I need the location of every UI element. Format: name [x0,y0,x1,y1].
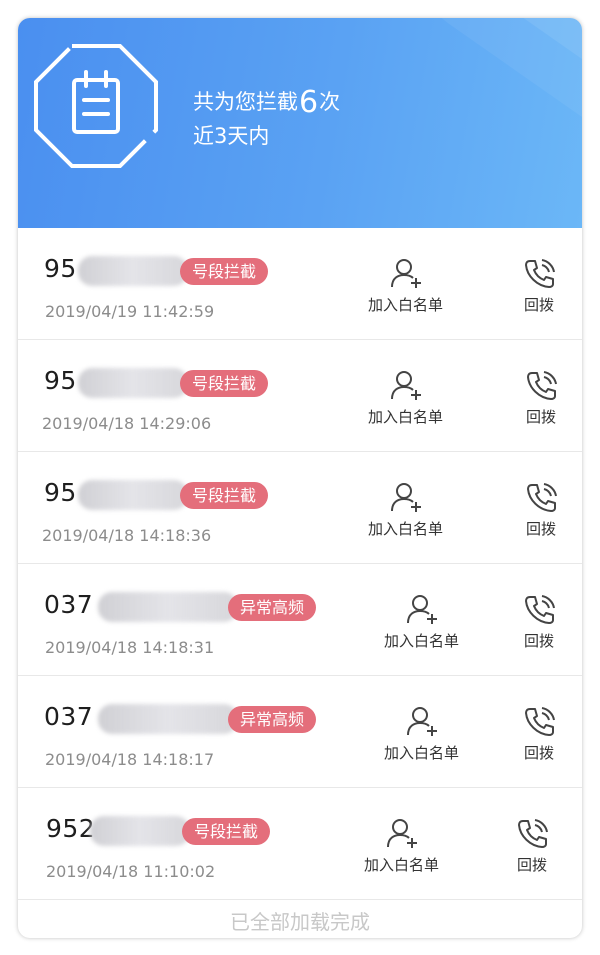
call-row[interactable]: 95 号段拦截 2019/04/18 14:29:06 加入白名单 回拨 [18,340,582,452]
load-complete-footer: 已全部加载完成 [230,910,370,934]
add-whitelist-label: 加入白名单 [384,632,460,650]
intercepted-call-list: 95 号段拦截 2019/04/19 11:42:59 加入白名单 回拨 95 … [18,228,582,900]
redaction-blur [78,256,188,286]
phone-number: 952 [46,814,96,843]
add-whitelist-label: 加入白名单 [364,856,440,874]
intercept-count: 6 [299,85,319,120]
call-row[interactable]: 037 异常高频 2019/04/18 14:18:17 加入白名单 回拨 [18,676,582,788]
add-whitelist-button[interactable]: 加入白名单 [364,816,439,875]
call-row[interactable]: 037 异常高频 2019/04/18 14:18:31 加入白名单 回拨 [18,564,582,676]
add-whitelist-label: 加入白名单 [384,744,460,762]
summary-prefix: 共为您拦截 [193,90,298,114]
add-whitelist-label: 加入白名单 [368,408,444,426]
redaction-blur [98,592,238,622]
phone-icon [527,371,557,400]
phone-icon [525,707,555,736]
summary-suffix: 次 [319,90,341,114]
summary-header: 共为您拦截 6 次 近3天内 [18,18,582,228]
call-time: 2019/04/18 14:29:06 [42,414,212,433]
phone-icon [525,259,555,288]
add-whitelist-button[interactable]: 加入白名单 [368,256,443,315]
add-whitelist-button[interactable]: 加入白名单 [368,368,443,427]
status-badge: 异常高频 [228,706,317,733]
redial-button[interactable]: 回拨 [522,592,556,651]
summary-range: 近3天内 [193,124,270,148]
redial-label: 回拨 [523,632,554,650]
add-user-icon [406,595,437,624]
redial-button[interactable]: 回拨 [524,480,558,539]
call-time: 2019/04/18 14:18:36 [42,526,212,545]
redial-label: 回拨 [525,520,556,538]
intercept-summary: 共为您拦截 6 次 近3天内 [193,80,340,150]
call-time: 2019/04/18 11:10:02 [46,862,216,881]
redial-label: 回拨 [516,856,547,874]
phone-number: 95 [44,254,77,283]
phone-icon [518,819,548,848]
add-whitelist-button[interactable]: 加入白名单 [384,592,459,651]
add-whitelist-label: 加入白名单 [368,296,444,314]
call-time: 2019/04/19 11:42:59 [45,302,215,321]
add-user-icon [390,371,421,400]
add-whitelist-label: 加入白名单 [368,520,444,538]
add-whitelist-button[interactable]: 加入白名单 [384,704,459,763]
call-time: 2019/04/18 14:18:17 [45,750,215,769]
calendar-shield-icon [34,44,158,168]
status-badge: 号段拦截 [180,370,269,397]
add-user-icon [390,259,421,288]
add-user-icon [390,483,421,512]
call-row[interactable]: 952 号段拦截 2019/04/18 11:10:02 加入白名单 回拨 [18,788,582,900]
status-badge: 异常高频 [228,594,317,621]
status-badge: 号段拦截 [180,258,269,285]
header-decor-stripe [399,18,582,228]
call-time: 2019/04/18 14:18:31 [45,638,215,657]
redial-button[interactable]: 回拨 [522,256,556,315]
add-whitelist-button[interactable]: 加入白名单 [368,480,443,539]
redial-label: 回拨 [523,296,554,314]
redial-button[interactable]: 回拨 [524,368,558,427]
redaction-blur [98,704,238,734]
add-user-icon [406,707,437,736]
redial-button[interactable]: 回拨 [515,816,549,875]
phone-number: 037 [44,590,94,619]
redial-label: 回拨 [525,408,556,426]
status-badge: 号段拦截 [182,818,271,845]
redaction-blur [78,368,188,398]
redial-button[interactable]: 回拨 [522,704,556,763]
call-row[interactable]: 95 号段拦截 2019/04/18 14:18:36 加入白名单 回拨 [18,452,582,564]
call-row[interactable]: 95 号段拦截 2019/04/19 11:42:59 加入白名单 回拨 [18,228,582,340]
redaction-blur [78,480,188,510]
phone-number: 95 [44,366,77,395]
intercept-card: 共为您拦截 6 次 近3天内 95 号段拦截 2019/04/19 11:42:59… [18,18,582,938]
phone-icon [527,483,557,512]
phone-number: 95 [44,478,77,507]
phone-number: 037 [44,702,94,731]
status-badge: 号段拦截 [180,482,269,509]
redial-label: 回拨 [523,744,554,762]
redaction-blur [90,816,190,846]
phone-icon [525,595,555,624]
add-user-icon [386,819,417,848]
